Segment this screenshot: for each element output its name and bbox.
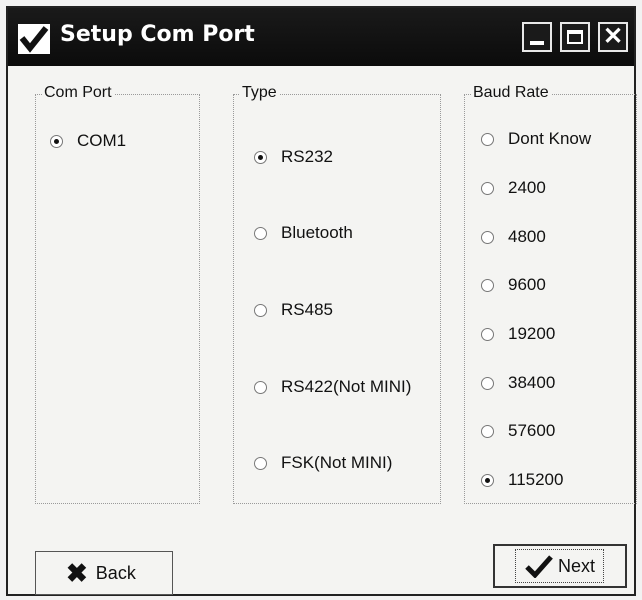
next-focus-frame: Next [515,549,605,583]
radio-baud-38400[interactable]: 38400 [481,373,555,393]
window-title: Setup Com Port [60,22,255,47]
back-button[interactable]: ✖ Back [35,551,173,595]
radio-com1[interactable]: COM1 [50,131,126,151]
radio-rs422[interactable]: RS422(Not MINI) [254,377,411,397]
radio-label: Dont Know [508,129,592,148]
close-button[interactable]: ✕ [598,22,628,52]
next-button[interactable]: Next [493,544,627,588]
radio-baud-57600[interactable]: 57600 [481,421,555,441]
radio-rs232[interactable]: RS232 [254,147,333,167]
radio-baud-2400[interactable]: 2400 [481,178,546,198]
radio-indicator[interactable] [254,380,267,394]
type-legend: Type [240,84,279,102]
com-port-group: Com Port COM1 [35,84,200,504]
radio-indicator[interactable] [481,424,494,438]
radio-label: RS232 [281,147,333,166]
radio-baud-dont-know[interactable]: Dont Know [481,129,591,149]
checkmark-icon [525,555,553,578]
radio-baud-19200[interactable]: 19200 [481,324,555,344]
radio-indicator[interactable] [481,473,494,487]
next-label: Next [558,555,596,576]
com-port-legend: Com Port [42,84,114,102]
radio-indicator[interactable] [254,226,267,240]
radio-indicator[interactable] [254,150,267,164]
radio-label: 38400 [508,373,556,392]
radio-label: 115200 [508,470,564,489]
maximize-icon [567,30,583,44]
radio-label: COM1 [77,131,127,150]
radio-indicator[interactable] [481,278,494,292]
radio-indicator[interactable] [254,456,267,470]
radio-bluetooth[interactable]: Bluetooth [254,223,353,243]
radio-label: 4800 [508,227,546,246]
radio-indicator[interactable] [50,134,63,148]
radio-rs485[interactable]: RS485 [254,300,333,320]
baud-rate-group: Baud Rate Dont Know 2400 4800 9600 19200… [464,84,637,504]
radio-baud-115200[interactable]: 115200 [481,470,563,490]
maximize-button[interactable] [560,22,590,52]
radio-label: RS485 [281,300,333,319]
back-label: Back [95,562,136,583]
radio-indicator[interactable] [254,303,267,317]
close-icon: ✕ [602,23,624,50]
type-group: Type RS232 Bluetooth RS485 RS422(Not MIN… [233,84,441,504]
radio-baud-4800[interactable]: 4800 [481,227,546,247]
radio-indicator[interactable] [481,376,494,390]
radio-label: FSK(Not MINI) [281,453,393,472]
radio-label: Bluetooth [281,223,353,242]
radio-label: 19200 [508,324,556,343]
radio-indicator[interactable] [481,327,494,341]
radio-label: RS422(Not MINI) [281,377,412,396]
baud-rate-legend: Baud Rate [471,84,551,102]
radio-label: 2400 [508,178,546,197]
radio-label: 9600 [508,275,546,294]
radio-indicator[interactable] [481,181,494,195]
radio-indicator[interactable] [481,132,494,146]
title-bar[interactable]: Setup Com Port ✕ [8,8,634,66]
radio-label: 57600 [508,421,556,440]
x-icon: ✖ [66,558,88,588]
radio-fsk[interactable]: FSK(Not MINI) [254,453,392,473]
minimize-icon [530,41,544,45]
check-app-icon [18,24,50,54]
radio-baud-9600[interactable]: 9600 [481,275,546,295]
setup-com-port-window: Setup Com Port ✕ Com Port COM1 Type RS23… [6,6,637,596]
radio-indicator[interactable] [481,230,494,244]
minimize-button[interactable] [522,22,552,52]
